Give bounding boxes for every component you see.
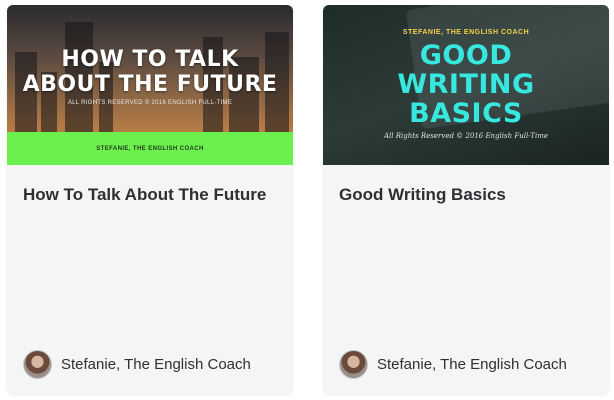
course-thumbnail[interactable]: STEFANIE, THE ENGLISH COACH GOOD WRITING… (323, 5, 609, 165)
thumbnail-title: GOOD WRITING BASICS (397, 40, 535, 129)
author-name: Stefanie, The English Coach (377, 355, 567, 373)
avatar (339, 349, 368, 379)
thumbnail-copyright: All Rights Reserved © 2016 English Full-… (384, 132, 548, 140)
thumbnail-author: STEFANIE, THE ENGLISH COACH (402, 29, 530, 36)
course-title[interactable]: How To Talk About The Future (23, 185, 266, 205)
author-info[interactable]: Stefanie, The English Coach (23, 349, 251, 379)
avatar (23, 349, 52, 379)
thumbnail-author: STEFANIE, THE ENGLISH COACH (96, 145, 204, 152)
course-card[interactable]: HOW TO TALK ABOUT THE FUTURE ALL RIGHTS … (7, 5, 293, 394)
course-title[interactable]: Good Writing Basics (339, 185, 506, 205)
author-name: Stefanie, The English Coach (61, 355, 251, 373)
course-thumbnail[interactable]: HOW TO TALK ABOUT THE FUTURE ALL RIGHTS … (7, 5, 293, 165)
thumbnail-author-band: STEFANIE, THE ENGLISH COACH (7, 132, 293, 165)
thumbnail-title: HOW TO TALK ABOUT THE FUTURE (22, 47, 278, 97)
course-card[interactable]: STEFANIE, THE ENGLISH COACH GOOD WRITING… (323, 5, 609, 394)
thumbnail-copyright: ALL RIGHTS RESERVED © 2016 ENGLISH FULL-… (67, 100, 233, 106)
author-info[interactable]: Stefanie, The English Coach (339, 349, 567, 379)
